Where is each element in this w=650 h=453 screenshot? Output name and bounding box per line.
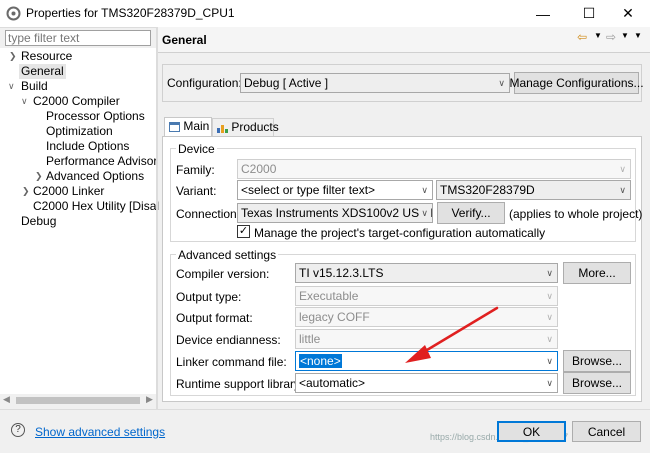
tree-item-c2000-compiler[interactable]: C2000 Compiler — [33, 94, 120, 109]
configuration-select[interactable]: Debug [ Active ] ∨ — [240, 73, 510, 93]
output-type-label: Output type: — [176, 290, 242, 304]
advanced-settings-title: Advanced settings — [176, 248, 279, 262]
annotation-arrow-icon — [405, 306, 499, 363]
minimize-button[interactable]: — — [520, 0, 566, 27]
compiler-version-label: Compiler version: — [176, 267, 270, 281]
forward-arrow-icon[interactable]: ⇨ — [606, 30, 616, 44]
tree-item-c2000-hex-utility[interactable]: C2000 Hex Utility [Disal — [33, 199, 159, 214]
tree-item-optimization[interactable]: Optimization — [46, 124, 113, 139]
family-select[interactable]: C2000 ∨ — [237, 159, 631, 179]
chevron-down-icon: ∨ — [546, 378, 553, 388]
chevron-down-icon: ∨ — [619, 164, 626, 174]
tree-item-processor-options[interactable]: Processor Options — [46, 109, 145, 124]
verify-button[interactable]: Verify... — [437, 202, 505, 224]
chevron-down-icon: ∨ — [619, 185, 626, 195]
tab-products-label: Products — [231, 120, 279, 134]
runtime-support-library-value: <automatic> — [299, 376, 366, 390]
linker-command-file-label: Linker command file: — [176, 355, 287, 369]
chevron-down-icon[interactable]: ∨ — [8, 79, 15, 94]
manage-target-checkbox[interactable]: ✓ — [237, 225, 250, 238]
configuration-value: Debug [ Active ] — [244, 76, 329, 90]
main-tab-icon — [169, 121, 180, 132]
tree-item-performance-advisor[interactable]: Performance Advisor — [46, 154, 157, 169]
family-label: Family: — [176, 163, 215, 177]
chevron-down-icon: ∨ — [546, 334, 553, 344]
products-tab-icon — [217, 124, 228, 133]
browse-linker-button[interactable]: Browse... — [563, 350, 631, 372]
device-group-title: Device — [176, 142, 217, 156]
page-title: General — [162, 33, 207, 47]
more-button[interactable]: More... — [563, 262, 631, 284]
chevron-down-icon: ∨ — [498, 78, 505, 88]
compiler-version-value: TI v15.12.3.LTS — [299, 266, 384, 280]
help-icon[interactable]: ? — [11, 423, 25, 437]
scrollbar-thumb[interactable] — [16, 397, 140, 404]
chevron-down-icon: ∨ — [421, 185, 428, 195]
view-menu-icon[interactable]: ▼ — [634, 31, 642, 40]
scroll-left-icon[interactable]: ◀ — [3, 394, 10, 405]
family-value: C2000 — [241, 162, 277, 176]
variant-label: Variant: — [176, 184, 217, 198]
tree-item-advanced-options[interactable]: Advanced Options — [46, 169, 144, 184]
back-arrow-icon[interactable]: ⇦ — [577, 30, 587, 44]
window-title: Properties for TMS320F28379D_CPU1 — [26, 6, 235, 20]
linker-command-file-value: <none> — [299, 354, 342, 368]
app-icon — [6, 6, 21, 21]
variant-select[interactable]: TMS320F28379D ∨ — [436, 180, 631, 200]
chevron-down-icon: ∨ — [546, 356, 553, 366]
tree-item-resource[interactable]: Resource — [21, 49, 72, 64]
tab-products[interactable]: Products — [212, 118, 279, 137]
variant-filter-value: <select or type filter text> — [241, 183, 376, 197]
dropdown-arrow-icon[interactable]: ▼ — [621, 31, 629, 40]
runtime-support-library-label: Runtime support library: — [176, 377, 304, 391]
device-endianness-value: little — [299, 332, 321, 346]
runtime-support-library-select[interactable]: <automatic> ∨ — [295, 373, 558, 393]
dropdown-arrow-icon[interactable]: ▼ — [594, 31, 602, 40]
connection-select[interactable]: Texas Instruments XDS100v2 USB Deb ∨ — [237, 203, 433, 223]
tree-item-build[interactable]: Build — [21, 79, 48, 94]
scroll-right-icon[interactable]: ▶ — [146, 394, 153, 405]
output-type-value: Executable — [299, 289, 359, 303]
variant-value: TMS320F28379D — [440, 183, 535, 197]
chevron-down-icon: ∨ — [546, 268, 553, 278]
chevron-down-icon[interactable]: ∨ — [21, 94, 28, 109]
configuration-label: Configuration: — [167, 76, 242, 90]
tree-item-c2000-linker[interactable]: C2000 Linker — [33, 184, 104, 199]
browse-rts-button[interactable]: Browse... — [563, 372, 631, 394]
variant-filter-select[interactable]: <select or type filter text> ∨ — [237, 180, 433, 200]
cancel-button[interactable]: Cancel — [572, 421, 641, 442]
chevron-down-icon: ∨ — [546, 312, 553, 322]
manage-configurations-button[interactable]: Manage Configurations... — [509, 72, 644, 94]
connection-label: Connection: — [176, 207, 241, 221]
chevron-down-icon: ∨ — [546, 291, 553, 301]
device-endianness-label: Device endianness: — [176, 333, 281, 347]
show-advanced-settings-link[interactable]: Show advanced settings — [35, 425, 165, 439]
ok-button[interactable]: OK — [497, 421, 566, 442]
chevron-down-icon: ∨ — [419, 204, 428, 222]
tab-main[interactable]: Main — [164, 117, 212, 137]
compiler-version-select[interactable]: TI v15.12.3.LTS ∨ — [295, 263, 558, 283]
filter-input[interactable] — [5, 30, 151, 46]
connection-value: Texas Instruments XDS100v2 USB Deb — [241, 206, 433, 220]
chevron-right-icon[interactable]: ❯ — [35, 169, 43, 184]
verify-note: (applies to whole project) — [509, 207, 643, 221]
tree-item-include-options[interactable]: Include Options — [46, 139, 129, 154]
manage-target-label[interactable]: Manage the project's target-configuratio… — [254, 226, 545, 240]
output-format-label: Output format: — [176, 311, 253, 325]
output-format-value: legacy COFF — [299, 310, 370, 324]
tree-item-debug[interactable]: Debug — [21, 214, 56, 229]
panel-divider[interactable] — [156, 27, 158, 409]
tree-item-general[interactable]: General — [19, 64, 66, 79]
chevron-right-icon[interactable]: ❯ — [22, 184, 30, 199]
tab-main-label: Main — [183, 119, 210, 133]
chevron-right-icon[interactable]: ❯ — [9, 49, 17, 64]
close-button[interactable]: ✕ — [606, 0, 650, 27]
